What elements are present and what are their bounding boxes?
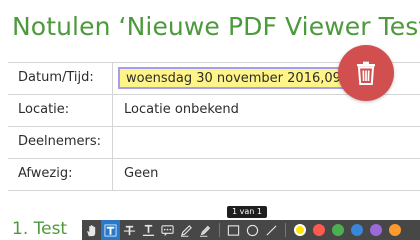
color-swatch-green[interactable] <box>331 224 344 236</box>
strikethrough-icon <box>123 225 136 235</box>
row-label: Deelnemers: <box>18 134 102 149</box>
row-label: Locatie: <box>18 102 70 117</box>
highlighter-tool-button[interactable] <box>196 220 215 240</box>
pdf-page: Notulen ‘Nieuwe PDF Viewer Test’ Datum/T… <box>0 0 420 240</box>
page-indicator: 1 van 1 <box>227 206 267 218</box>
table-row-deelnemers: Deelnemers: <box>8 126 420 158</box>
row-value: Locatie onbekend <box>124 102 239 117</box>
circle-icon <box>246 224 259 236</box>
pen-icon <box>180 224 192 237</box>
comment-tool-button[interactable] <box>158 220 177 240</box>
document-title: Notulen ‘Nieuwe PDF Viewer Test’ <box>12 12 420 41</box>
toolbar-separator <box>219 223 220 237</box>
text-highlight-tool-button[interactable] <box>101 220 120 240</box>
pen-tool-button[interactable] <box>177 220 196 240</box>
trash-icon <box>357 61 375 85</box>
hand-tool-icon <box>87 224 96 236</box>
rectangle-icon <box>227 224 240 236</box>
column-divider <box>112 95 113 126</box>
section-heading: 1. Test <box>12 219 68 239</box>
row-value: Geen <box>124 166 159 181</box>
column-divider <box>112 159 113 190</box>
circle-tool-button[interactable] <box>243 220 262 240</box>
underline-tool-button[interactable] <box>139 220 158 240</box>
delete-annotation-button[interactable] <box>338 45 394 101</box>
color-swatch-orange[interactable] <box>388 224 401 236</box>
row-label: Datum/Tijd: <box>18 70 94 85</box>
color-swatch-purple[interactable] <box>369 224 382 236</box>
row-value: woensdag 30 november 2016,09:00 - <box>126 71 371 86</box>
text-highlight-icon <box>104 224 117 236</box>
color-swatch-yellow[interactable] <box>293 224 306 236</box>
color-swatch-red[interactable] <box>312 224 325 236</box>
annotation-toolbar <box>82 220 420 240</box>
rectangle-tool-button[interactable] <box>224 220 243 240</box>
color-swatch-blue[interactable] <box>350 224 363 236</box>
comment-icon <box>161 224 174 236</box>
line-tool-button[interactable] <box>262 220 281 240</box>
strikethrough-tool-button[interactable] <box>120 220 139 240</box>
line-icon <box>266 224 277 236</box>
column-divider <box>112 63 113 94</box>
underline-icon <box>142 224 155 236</box>
hand-tool-button[interactable] <box>82 220 101 240</box>
toolbar-separator <box>285 223 286 237</box>
column-divider <box>112 127 113 158</box>
text-highlight-annotation[interactable]: woensdag 30 november 2016,09:00 - <box>118 67 371 89</box>
highlighter-icon <box>199 225 211 237</box>
row-label: Afwezig: <box>18 166 73 181</box>
table-row-afwezig: Afwezig: Geen <box>8 158 420 191</box>
